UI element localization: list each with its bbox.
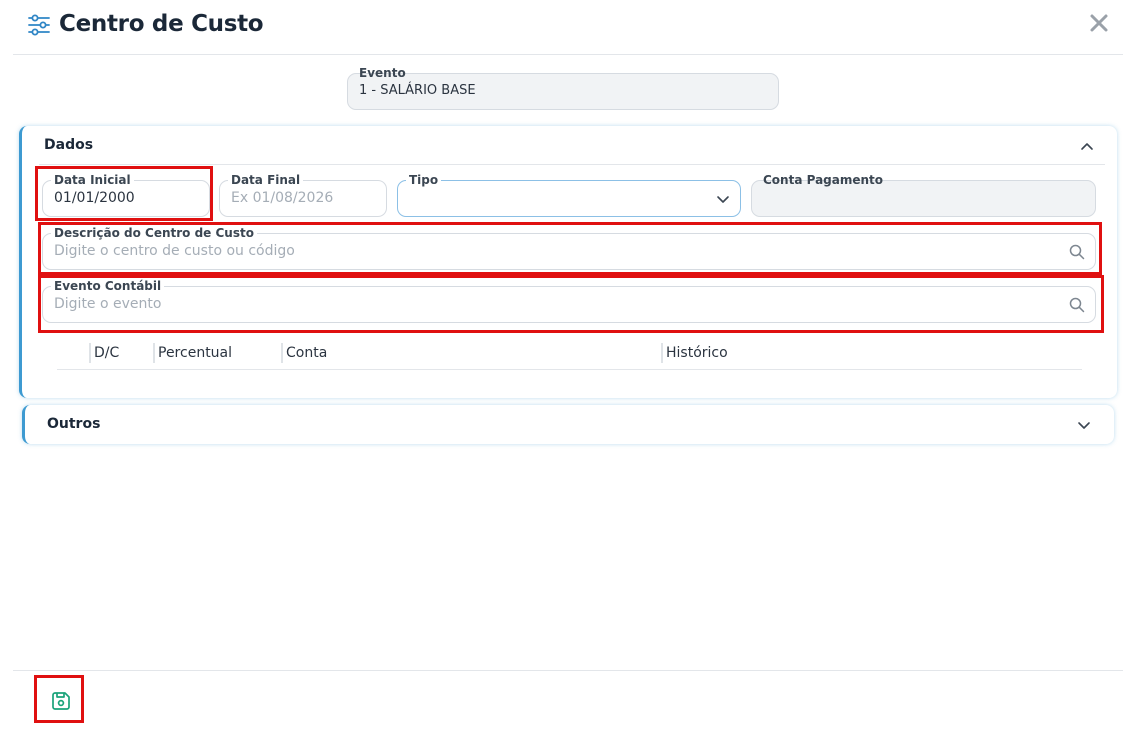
dados-title[interactable]: Dados bbox=[44, 137, 93, 153]
column-header-historico[interactable]: Histórico bbox=[666, 345, 728, 361]
tipo-select[interactable]: Tipo bbox=[397, 172, 741, 217]
sliders-icon bbox=[28, 14, 50, 36]
modal-header: Centro de Custo bbox=[0, 0, 1136, 54]
column-header-conta[interactable]: Conta bbox=[286, 345, 327, 361]
close-icon[interactable] bbox=[1088, 12, 1110, 34]
chevron-down-icon[interactable] bbox=[1077, 418, 1091, 432]
data-final-placeholder: Ex 01/08/2026 bbox=[231, 190, 334, 206]
dados-divider bbox=[39, 164, 1105, 165]
highlight-box bbox=[38, 275, 1104, 333]
column-separator bbox=[153, 343, 155, 363]
outros-title[interactable]: Outros bbox=[47, 416, 100, 432]
highlight-box bbox=[38, 222, 1102, 275]
highlight-box bbox=[34, 675, 84, 723]
evento-value: 1 - SALÁRIO BASE bbox=[359, 83, 476, 98]
page-title: Centro de Custo bbox=[59, 11, 264, 37]
chevron-up-icon[interactable] bbox=[1080, 139, 1094, 153]
data-final-label: Data Final bbox=[228, 172, 304, 188]
tipo-label: Tipo bbox=[406, 172, 442, 188]
header-divider bbox=[13, 54, 1123, 55]
column-separator bbox=[281, 343, 283, 363]
column-header-dc[interactable]: D/C bbox=[94, 345, 119, 361]
conta-pagamento-label: Conta Pagamento bbox=[763, 173, 884, 187]
table-header-divider bbox=[57, 369, 1082, 370]
highlight-box bbox=[35, 166, 213, 221]
column-separator bbox=[661, 343, 663, 363]
evento-label: Evento bbox=[359, 66, 406, 80]
footer-divider bbox=[13, 670, 1123, 671]
column-separator bbox=[89, 343, 91, 363]
column-header-percentual[interactable]: Percentual bbox=[158, 345, 232, 361]
evento-field[interactable]: Evento 1 - SALÁRIO BASE bbox=[347, 66, 779, 110]
data-final-field[interactable]: Data Final Ex 01/08/2026 bbox=[219, 172, 387, 217]
outros-panel[interactable] bbox=[22, 405, 1114, 444]
conta-pagamento-field[interactable]: Conta Pagamento bbox=[751, 173, 1096, 217]
chevron-down-icon[interactable] bbox=[716, 192, 730, 206]
